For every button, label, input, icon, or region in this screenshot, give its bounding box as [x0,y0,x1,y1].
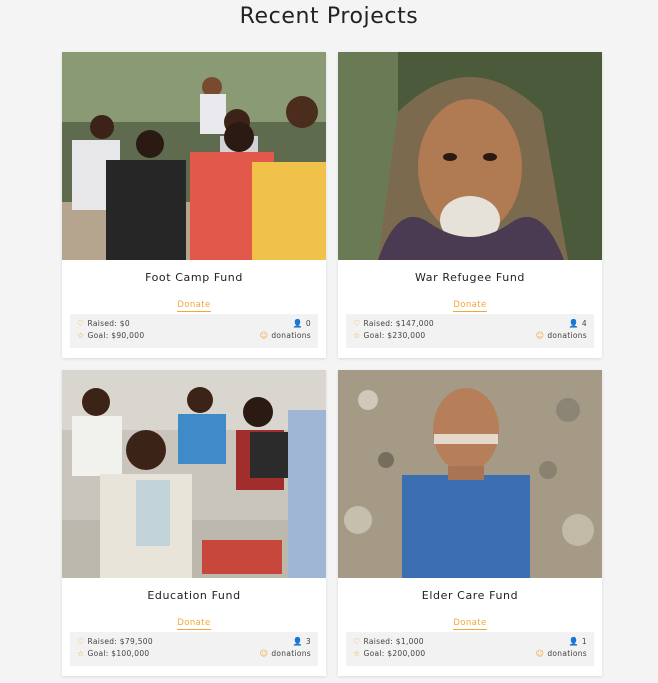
goal-amount: Goal: $230,000 [363,331,426,340]
goal-amount: Goal: $100,000 [87,649,150,658]
user-icon: 👤 [292,637,303,646]
donate-button[interactable]: Donate [177,618,211,630]
user-icon: 👤 [568,637,579,646]
project-photo[interactable] [62,370,326,578]
project-photo[interactable] [338,52,602,260]
project-photo[interactable] [338,370,602,578]
project-title: War Refugee Fund [415,271,525,284]
project-title: Education Fund [147,589,241,602]
project-photo[interactable] [62,52,326,260]
smiley-icon: ☺ [535,331,545,340]
smiley-icon: ☺ [259,331,269,340]
section-title: Recent Projects [239,4,419,29]
project-card: Elder Care Fund Donate ♡ Raised: $1,000 👤… [338,370,602,676]
heart-icon: ♡ [77,319,85,328]
user-icon: 👤 [292,319,303,328]
donate-button[interactable]: Donate [453,618,487,630]
heart-icon: ♡ [353,319,361,328]
star-icon: ☆ [353,331,361,340]
donor-count: 1 [581,637,587,646]
project-stats: ♡ Raised: $0 👤 0 ☆ Goal: $90,000 ☺ donations [70,314,318,348]
raised-amount: Raised: $0 [87,319,130,328]
project-card: Education Fund Donate ♡ Raised: $79,500 👤… [62,370,326,676]
donations-label: donations [271,649,311,658]
goal-amount: Goal: $90,000 [87,331,145,340]
donate-button[interactable]: Donate [453,300,487,312]
donor-count: 3 [305,637,311,646]
project-stats: ♡ Raised: $79,500 👤 3 ☆ Goal: $100,000 ☺ don… [70,632,318,666]
project-stats: ♡ Raised: $147,000 👤 4 ☆ Goal: $230,000 ☺ do… [346,314,594,348]
heart-icon: ♡ [353,637,361,646]
raised-amount: Raised: $1,000 [363,637,424,646]
project-title: Foot Camp Fund [145,271,243,284]
goal-amount: Goal: $200,000 [363,649,426,658]
heart-icon: ♡ [77,637,85,646]
project-title: Elder Care Fund [421,589,519,602]
children-classroom-slates-photo [62,370,326,578]
elderly-man-headscarf-photo [338,52,602,260]
donate-button[interactable]: Donate [177,300,211,312]
project-card: War Refugee Fund Donate ♡ Raised: $147,00… [338,52,602,358]
star-icon: ☆ [77,649,85,658]
donor-count: 4 [581,319,587,328]
smiley-icon: ☺ [535,649,545,658]
raised-amount: Raised: $79,500 [87,637,153,646]
star-icon: ☆ [353,649,361,658]
smiley-icon: ☺ [259,649,269,658]
donations-label: donations [271,331,311,340]
project-stats: ♡ Raised: $1,000 👤 1 ☆ Goal: $200,000 ☺ dona… [346,632,594,666]
donations-label: donations [547,331,587,340]
donor-count: 0 [305,319,311,328]
star-icon: ☆ [77,331,85,340]
donations-label: donations [547,649,587,658]
raised-amount: Raised: $147,000 [363,319,434,328]
user-icon: 👤 [568,319,579,328]
project-card: Foot Camp Fund Donate ♡ Raised: $0 👤 0 ☆ Go… [62,52,326,358]
smiling-boy-rocks-photo [338,370,602,578]
children-sitting-outdoors-photo [62,52,326,260]
